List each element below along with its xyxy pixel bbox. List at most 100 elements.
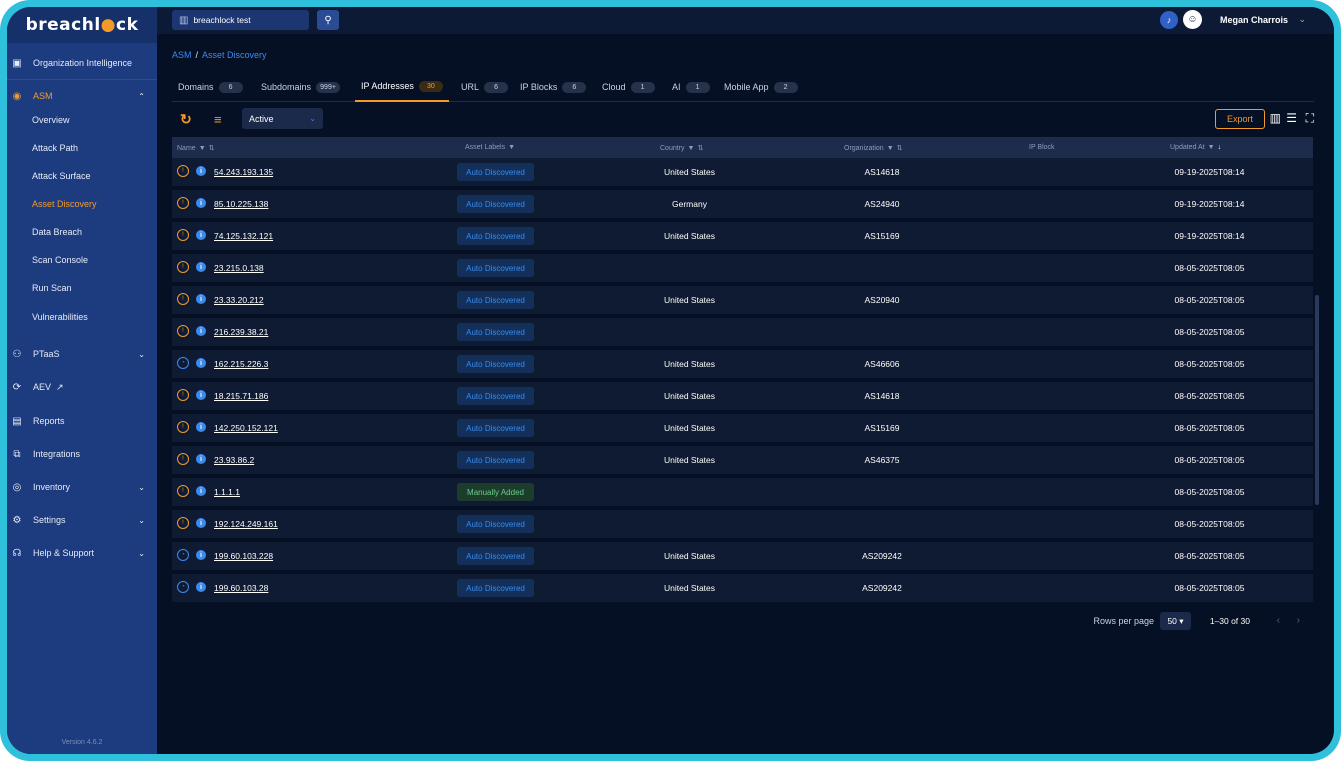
table-row[interactable]: ! i 142.250.152.121 Auto Discovered United S… [172, 414, 1313, 442]
sidebar-subitem-attack-surface[interactable]: Attack Surface [32, 171, 91, 181]
ip-address-link[interactable]: 199.60.103.28 [214, 583, 268, 593]
tab-ip-addresses[interactable]: IP Addresses 30 [355, 72, 449, 102]
ip-address-link[interactable]: 18.215.71.186 [214, 391, 268, 401]
info-icon[interactable]: i [196, 166, 206, 176]
info-icon[interactable]: i [196, 326, 206, 336]
table-row[interactable]: ! i 1.1.1.1 Manually Added 08-05-2025T08:05 [172, 478, 1313, 506]
tab-ai[interactable]: AI 1 [666, 72, 716, 102]
info-icon[interactable]: i [196, 390, 206, 400]
table-row[interactable]: ◔ i 199.60.103.28 Auto Discovered United Sta… [172, 574, 1313, 602]
ip-address-link[interactable]: 23.33.20.212 [214, 295, 264, 305]
filter-icon[interactable]: ▼ [887, 145, 894, 152]
table-row[interactable]: ◔ i 199.60.103.228 Auto Discovered United St… [172, 542, 1313, 570]
sort-icon[interactable]: ⇅ [209, 145, 215, 152]
sidebar-subitem-vulnerabilities[interactable]: Vulnerabilities [32, 312, 88, 322]
export-button[interactable]: Export [1215, 109, 1265, 129]
table-row[interactable]: ! i 74.125.132.121 Auto Discovered United St… [172, 222, 1313, 250]
fullscreen-icon[interactable]: ⛶ [1306, 111, 1314, 126]
search-button[interactable]: ⚲ [317, 10, 339, 30]
organization-selector[interactable]: ▥ breachlock test [172, 10, 309, 30]
sidebar-item-integrations[interactable]: ⧉ Integrations [7, 442, 157, 466]
tab-domains[interactable]: Domains 6 [172, 72, 249, 102]
table-row[interactable]: ! i 54.243.193.135 Auto Discovered United St… [172, 158, 1313, 186]
column-header-asset-labels[interactable]: Asset Labels ▼ [465, 144, 515, 151]
user-name[interactable]: Megan Charrois [1220, 15, 1288, 25]
column-header-name[interactable]: Name ▼ ⇅ [177, 144, 215, 152]
ip-address-link[interactable]: 23.215.0.138 [214, 263, 264, 273]
sidebar-subitem-run-scan[interactable]: Run Scan [32, 283, 72, 293]
chevron-down-icon[interactable]: ⌄ [1298, 14, 1306, 25]
sidebar-item-help-support[interactable]: ☊ Help & Support ⌄ [7, 541, 157, 565]
sort-icon[interactable]: ⇅ [697, 145, 703, 152]
table-row[interactable]: ! i 216.239.38.21 Auto Discovered 08-05-2025… [172, 318, 1313, 346]
prev-page-icon[interactable]: ‹ [1277, 615, 1280, 626]
column-header-ip-block[interactable]: IP Block [1029, 144, 1055, 151]
sidebar-item-ptaas[interactable]: ⚇ PTaaS ⌄ [7, 342, 157, 366]
table-row[interactable]: ! i 85.10.225.138 Auto Discovered Germany AS2… [172, 190, 1313, 218]
column-header-updated-at[interactable]: Updated At ▼ ↓ [1170, 144, 1221, 151]
ip-address-link[interactable]: 54.243.193.135 [214, 167, 273, 177]
next-page-icon[interactable]: › [1297, 615, 1300, 626]
info-icon[interactable]: i [196, 422, 206, 432]
column-header-organization[interactable]: Organization ▼ ⇅ [844, 144, 903, 152]
info-icon[interactable]: i [196, 198, 206, 208]
filter-lines-icon[interactable]: ≡ [214, 112, 222, 127]
sidebar-item-asm[interactable]: ◉ ASM ⌃ [7, 84, 157, 108]
ip-address-link[interactable]: 142.250.152.121 [214, 423, 278, 433]
density-icon[interactable]: ☰ [1286, 111, 1297, 125]
filter-icon[interactable]: ▼ [508, 144, 515, 151]
filter-icon[interactable]: ▼ [688, 145, 695, 152]
filter-icon[interactable]: ▼ [1208, 144, 1215, 151]
notification-button[interactable]: ♪ [1160, 11, 1178, 29]
breadcrumb-root[interactable]: ASM [172, 50, 192, 60]
table-row[interactable]: ◔ i 162.215.226.3 Auto Discovered United Sta… [172, 350, 1313, 378]
info-icon[interactable]: i [196, 582, 206, 592]
sidebar-item-organization-intelligence[interactable]: ▣ Organization Intelligence [7, 51, 157, 75]
table-row[interactable]: ! i 192.124.249.161 Auto Discovered 08-05-20… [172, 510, 1313, 538]
info-icon[interactable]: i [196, 358, 206, 368]
refresh-icon[interactable]: ↻ [180, 111, 192, 128]
brand-logo[interactable]: breachl ● ck [7, 7, 157, 43]
tab-cloud[interactable]: Cloud 1 [596, 72, 661, 102]
scrollbar-thumb[interactable] [1315, 295, 1319, 505]
sidebar-subitem-scan-console[interactable]: Scan Console [32, 255, 88, 265]
ip-address-link[interactable]: 23.93.86.2 [214, 455, 254, 465]
info-icon[interactable]: i [196, 454, 206, 464]
info-icon[interactable]: i [196, 550, 206, 560]
ip-address-link[interactable]: 216.239.38.21 [214, 327, 268, 337]
rows-per-page-select[interactable]: 50 ▾ [1160, 612, 1191, 630]
sidebar-item-aev[interactable]: ⟳ AEV ↗ [7, 375, 157, 399]
filter-icon[interactable]: ▼ [199, 145, 206, 152]
tab-subdomains[interactable]: Subdomains 999+ [255, 72, 346, 102]
ip-address-link[interactable]: 192.124.249.161 [214, 519, 278, 529]
info-icon[interactable]: i [196, 262, 206, 272]
tab-mobile-app[interactable]: Mobile App 2 [718, 72, 804, 102]
table-row[interactable]: ! i 23.93.86.2 Auto Discovered United States… [172, 446, 1313, 474]
status-dropdown[interactable]: Active ⌄ [242, 108, 323, 129]
sidebar-subitem-data-breach[interactable]: Data Breach [32, 227, 82, 237]
ip-address-link[interactable]: 74.125.132.121 [214, 231, 273, 241]
sidebar-item-reports[interactable]: ▤ Reports [7, 409, 157, 433]
info-icon[interactable]: i [196, 486, 206, 496]
tab-url[interactable]: URL 6 [455, 72, 514, 102]
tab-ip-blocks[interactable]: IP Blocks 6 [514, 72, 592, 102]
sidebar-item-inventory[interactable]: ◎ Inventory ⌄ [7, 475, 157, 499]
sidebar-item-settings[interactable]: ⚙ Settings ⌄ [7, 508, 157, 532]
sidebar-subitem-overview[interactable]: Overview [32, 115, 70, 125]
info-icon[interactable]: i [196, 230, 206, 240]
table-row[interactable]: ! i 23.215.0.138 Auto Discovered 08-05-2025T… [172, 254, 1313, 282]
ip-address-link[interactable]: 162.215.226.3 [214, 359, 268, 369]
user-avatar[interactable]: ☺ [1183, 10, 1202, 29]
columns-icon[interactable]: ▥ [1270, 111, 1281, 125]
table-row[interactable]: ! i 23.33.20.212 Auto Discovered United Stat… [172, 286, 1313, 314]
ip-address-link[interactable]: 1.1.1.1 [214, 487, 240, 497]
table-row[interactable]: ! i 18.215.71.186 Auto Discovered United Sta… [172, 382, 1313, 410]
ip-address-link[interactable]: 199.60.103.228 [214, 551, 273, 561]
sidebar-subitem-asset-discovery[interactable]: Asset Discovery [32, 199, 97, 209]
sidebar-subitem-attack-path[interactable]: Attack Path [32, 143, 78, 153]
info-icon[interactable]: i [196, 518, 206, 528]
column-header-country[interactable]: Country ▼ ⇅ [660, 144, 703, 152]
info-icon[interactable]: i [196, 294, 206, 304]
ip-address-link[interactable]: 85.10.225.138 [214, 199, 268, 209]
sort-desc-icon[interactable]: ↓ [1218, 144, 1222, 151]
